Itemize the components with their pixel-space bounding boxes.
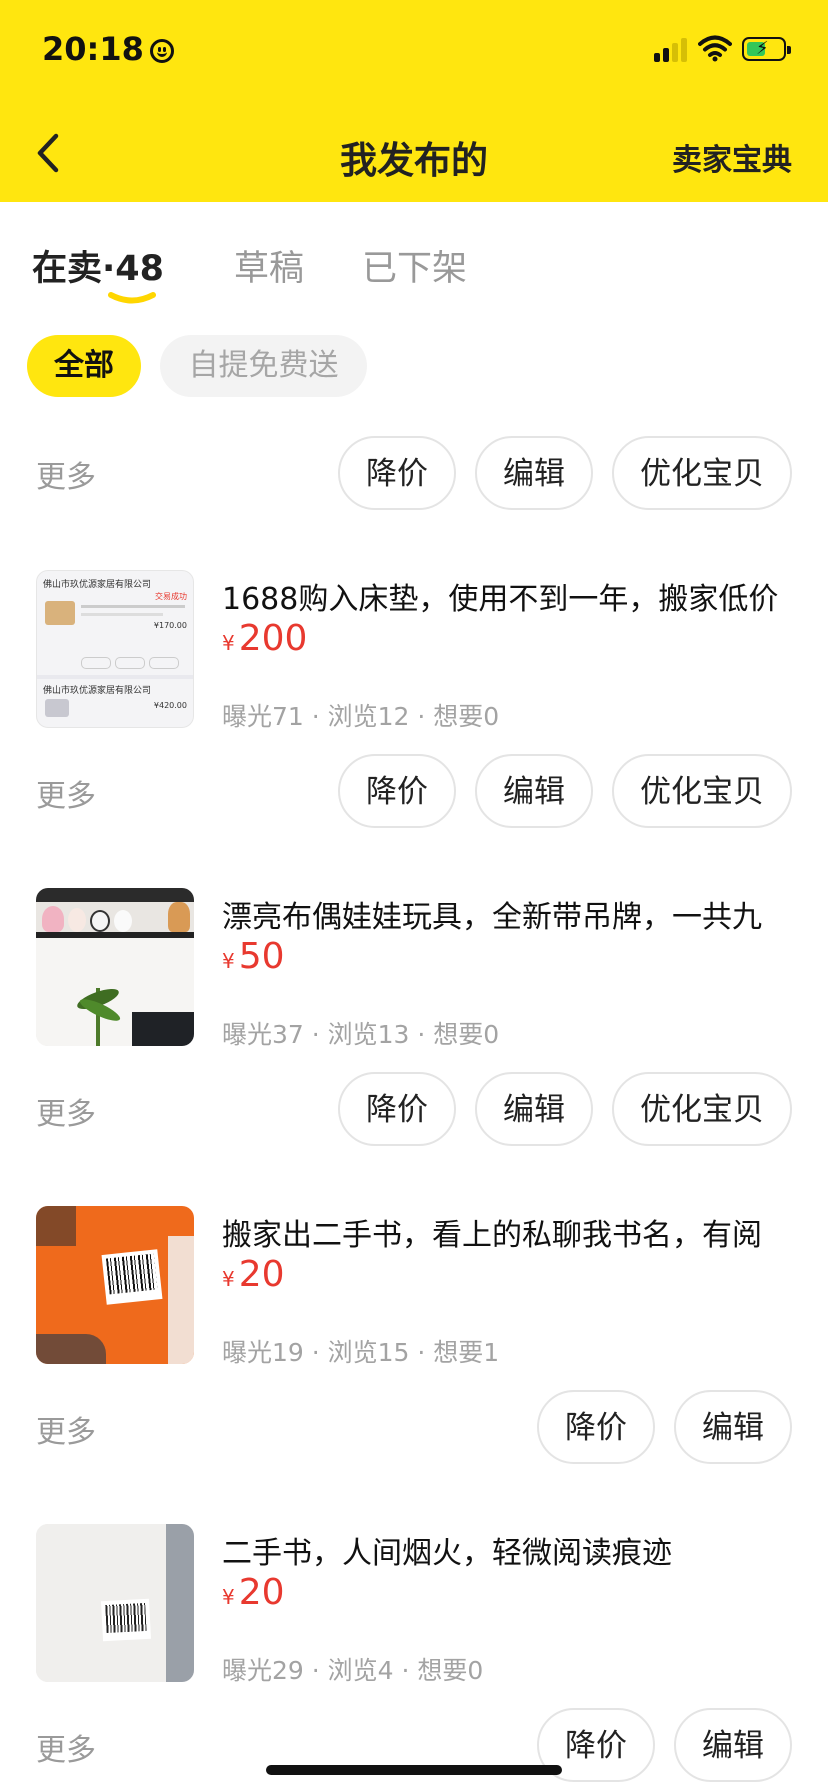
item-title[interactable]: 搬家出二手书，看上的私聊我书名，有阅 xyxy=(222,1210,802,1254)
thumb-shop-name-2: 佛山市玖优源家居有限公司 xyxy=(43,686,152,696)
item-thumbnail-mattress[interactable]: 佛山市玖优源家居有限公司 交易成功 ¥170.00 佛山市玖优源家居有限公司 ¥… xyxy=(36,570,194,728)
more-link[interactable]: 更多 xyxy=(36,1407,96,1451)
active-tab-indicator xyxy=(108,292,156,304)
item-title[interactable]: 二手书，人间烟火，轻微阅读痕迹 xyxy=(222,1528,802,1572)
edit-button[interactable]: 编辑 xyxy=(674,1390,792,1464)
status-time: 20:18 xyxy=(42,30,174,68)
reduce-price-button[interactable]: 降价 xyxy=(338,1072,456,1146)
battery-icon: ⚡ xyxy=(742,37,791,61)
thumb-amount-2: ¥420.00 xyxy=(153,701,187,710)
item-stats: 曝光71 · 浏览12 · 想要0 xyxy=(222,702,500,731)
item-title[interactable]: 1688购入床垫，使用不到一年，搬家低价 xyxy=(222,574,802,618)
item-title[interactable]: 漂亮布偶娃娃玩具，全新带吊牌，一共九 xyxy=(222,892,802,936)
edit-button[interactable]: 编辑 xyxy=(475,754,593,828)
edit-button[interactable]: 编辑 xyxy=(475,1072,593,1146)
reduce-price-button[interactable]: 降价 xyxy=(537,1390,655,1464)
item-price: ¥50 xyxy=(222,936,285,977)
item-stats: 曝光29 · 浏览4 · 想要0 xyxy=(222,1656,484,1685)
mattress-image xyxy=(45,601,75,625)
more-link[interactable]: 更多 xyxy=(36,771,96,815)
time-text: 20:18 xyxy=(42,30,144,68)
smiley-icon xyxy=(149,39,174,63)
more-link[interactable]: 更多 xyxy=(36,1089,96,1133)
seller-guide-link[interactable]: 卖家宝典 xyxy=(672,135,792,179)
thumb-amount: ¥170.00 xyxy=(153,621,187,630)
item-price: ¥20 xyxy=(222,1572,285,1613)
tab-delisted[interactable]: 已下架 xyxy=(362,240,467,291)
cellular-signal-icon xyxy=(654,36,690,62)
item-thumbnail-books[interactable] xyxy=(36,1206,194,1364)
filter-all-chip[interactable]: 全部 xyxy=(27,335,141,397)
optimize-item-button[interactable]: 优化宝贝 xyxy=(612,1072,792,1146)
item-stats: 曝光37 · 浏览13 · 想要0 xyxy=(222,1020,500,1049)
edit-button[interactable]: 编辑 xyxy=(674,1708,792,1782)
item-thumbnail-book[interactable] xyxy=(36,1524,194,1682)
filter-free-pickup-chip[interactable]: 自提免费送 xyxy=(160,335,367,397)
optimize-item-button[interactable]: 优化宝贝 xyxy=(612,754,792,828)
reduce-price-button[interactable]: 降价 xyxy=(338,436,456,510)
item-price: ¥20 xyxy=(222,1254,285,1295)
item-stats: 曝光19 · 浏览15 · 想要1 xyxy=(222,1338,500,1367)
tab-drafts[interactable]: 草稿 xyxy=(234,240,304,291)
thumb-shop-name: 佛山市玖优源家居有限公司 xyxy=(43,580,152,590)
optimize-item-button[interactable]: 优化宝贝 xyxy=(612,436,792,510)
edit-button[interactable]: 编辑 xyxy=(475,436,593,510)
tab-on-sale[interactable]: 在卖·48 xyxy=(32,240,164,291)
home-indicator[interactable] xyxy=(266,1765,562,1775)
item-thumbnail-dolls[interactable] xyxy=(36,888,194,1046)
top-header: 20:18 ⚡ 我发布的 卖家宝典 xyxy=(0,0,828,202)
wifi-icon xyxy=(698,35,732,62)
thumb-status: 交易成功 xyxy=(155,592,187,601)
more-link[interactable]: 更多 xyxy=(36,1725,96,1769)
more-link[interactable]: 更多 xyxy=(36,452,96,496)
item-price: ¥200 xyxy=(222,618,308,659)
reduce-price-button[interactable]: 降价 xyxy=(338,754,456,828)
